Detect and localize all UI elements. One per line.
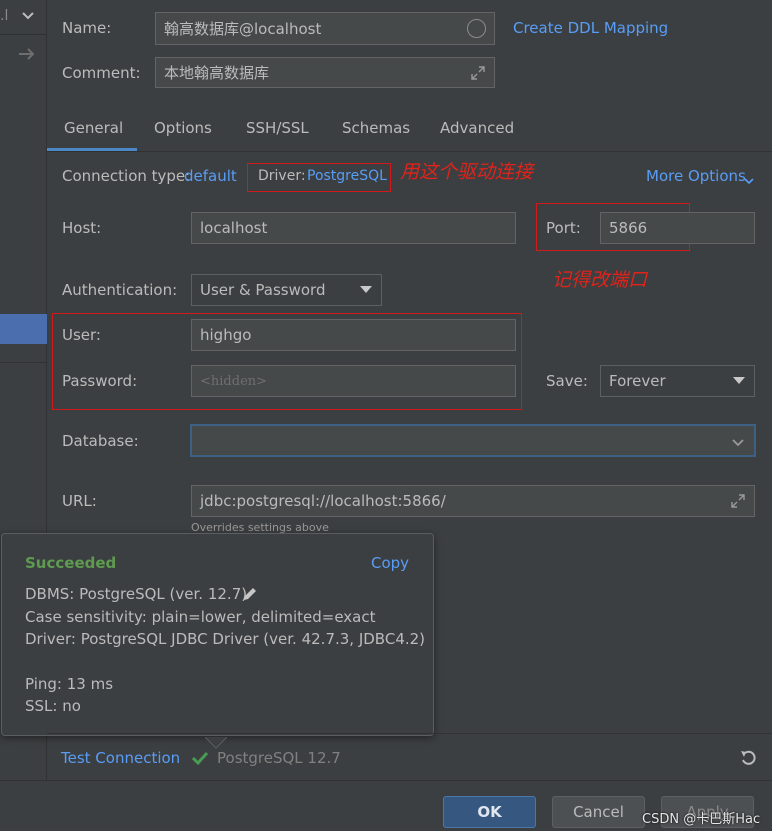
- driver-annotation: 用这个驱动连接: [400, 161, 534, 183]
- revert-icon[interactable]: [739, 748, 759, 768]
- comment-input[interactable]: 本地翰高数据库: [155, 57, 495, 88]
- url-expand-icon[interactable]: [730, 493, 746, 509]
- host-input[interactable]: localhost: [191, 212, 516, 244]
- more-options-link[interactable]: More Options: [646, 167, 746, 185]
- sidebar-selected-item[interactable]: [0, 314, 47, 344]
- save-dropdown-icon: [733, 377, 745, 384]
- authentication-select[interactable]: User & Password: [191, 274, 382, 306]
- popup-title: Succeeded: [25, 554, 117, 572]
- arrow-right-icon[interactable]: [17, 45, 37, 63]
- authentication-dropdown-icon: [360, 286, 372, 293]
- sidebar-header-divider: [0, 34, 47, 35]
- connection-type-label: Connection type:: [62, 167, 191, 185]
- database-dropdown-chevron-icon[interactable]: [731, 435, 745, 447]
- comment-value: 本地翰高数据库: [164, 64, 270, 82]
- tab-bar: General Options SSH/SSL Schemas Advanced: [47, 106, 772, 152]
- checkmark-icon: [191, 750, 209, 766]
- chevron-down-icon[interactable]: [20, 8, 36, 24]
- tab-schemas[interactable]: Schemas: [342, 119, 410, 137]
- comment-label: Comment:: [62, 64, 141, 82]
- footer-divider: [47, 733, 772, 734]
- copy-link[interactable]: Copy: [371, 554, 409, 572]
- url-input[interactable]: jdbc:postgresql://localhost:5866/: [191, 485, 755, 517]
- port-annotation: 记得改端口: [552, 269, 648, 291]
- popup-line-driver: Driver: PostgreSQL JDBC Driver (ver. 42.…: [25, 630, 426, 648]
- csdn-watermark: CSDN @卡巴斯Hac: [642, 812, 761, 827]
- user-label: User:: [62, 326, 101, 344]
- color-circle-icon[interactable]: [467, 19, 486, 38]
- ok-button[interactable]: OK: [443, 796, 536, 828]
- sidebar-top-label: .l: [0, 8, 9, 24]
- url-label: URL:: [62, 492, 97, 510]
- tab-advanced[interactable]: Advanced: [440, 119, 514, 137]
- port-input[interactable]: 5866: [600, 212, 755, 244]
- connection-status-text: PostgreSQL 12.7: [217, 749, 341, 767]
- host-value: localhost: [200, 219, 268, 237]
- connection-result-popup: Succeeded Copy DBMS: PostgreSQL (ver. 12…: [1, 533, 434, 736]
- expand-icon[interactable]: [470, 65, 486, 81]
- driver-label: Driver:: [258, 168, 306, 184]
- port-value: 5866: [609, 219, 648, 237]
- host-label: Host:: [62, 219, 102, 237]
- cancel-button[interactable]: Cancel: [552, 796, 645, 828]
- database-label: Database:: [62, 432, 139, 450]
- tab-general-underline: [47, 148, 137, 151]
- connection-type-link[interactable]: default: [184, 167, 237, 185]
- pencil-icon[interactable]: [241, 585, 259, 603]
- save-label: Save:: [546, 372, 588, 390]
- password-input[interactable]: <hidden>: [191, 365, 516, 397]
- authentication-label: Authentication:: [62, 281, 178, 299]
- tab-options[interactable]: Options: [154, 119, 212, 137]
- name-value: 翰高数据库@localhost: [164, 20, 322, 38]
- popup-pointer: [204, 735, 228, 749]
- user-input[interactable]: highgo: [191, 319, 516, 351]
- save-select[interactable]: Forever: [600, 365, 755, 397]
- create-ddl-mapping-link[interactable]: Create DDL Mapping: [513, 19, 668, 37]
- name-input[interactable]: 翰高数据库@localhost: [155, 12, 495, 45]
- more-options-chevron-icon[interactable]: [743, 172, 755, 185]
- popup-line-case: Case sensitivity: plain=lower, delimited…: [25, 608, 376, 626]
- test-connection-link[interactable]: Test Connection: [61, 749, 180, 767]
- password-label: Password:: [62, 372, 138, 390]
- port-label: Port:: [546, 219, 581, 237]
- name-label: Name:: [62, 19, 112, 37]
- driver-link[interactable]: PostgreSQL: [307, 168, 387, 184]
- tab-ssh-ssl[interactable]: SSH/SSL: [246, 119, 309, 137]
- authentication-value: User & Password: [200, 281, 326, 299]
- popup-line-dbms: DBMS: PostgreSQL (ver. 12.7): [25, 585, 248, 603]
- tab-general[interactable]: General: [64, 119, 123, 137]
- user-value: highgo: [200, 326, 252, 344]
- database-input[interactable]: [190, 424, 756, 457]
- popup-line-ping: Ping: 13 ms: [25, 675, 114, 693]
- save-value: Forever: [609, 372, 666, 390]
- password-placeholder: <hidden>: [200, 373, 268, 389]
- sidebar-divider: [0, 362, 47, 363]
- popup-line-ssl: SSL: no: [25, 697, 81, 715]
- url-value: jdbc:postgresql://localhost:5866/: [200, 492, 446, 510]
